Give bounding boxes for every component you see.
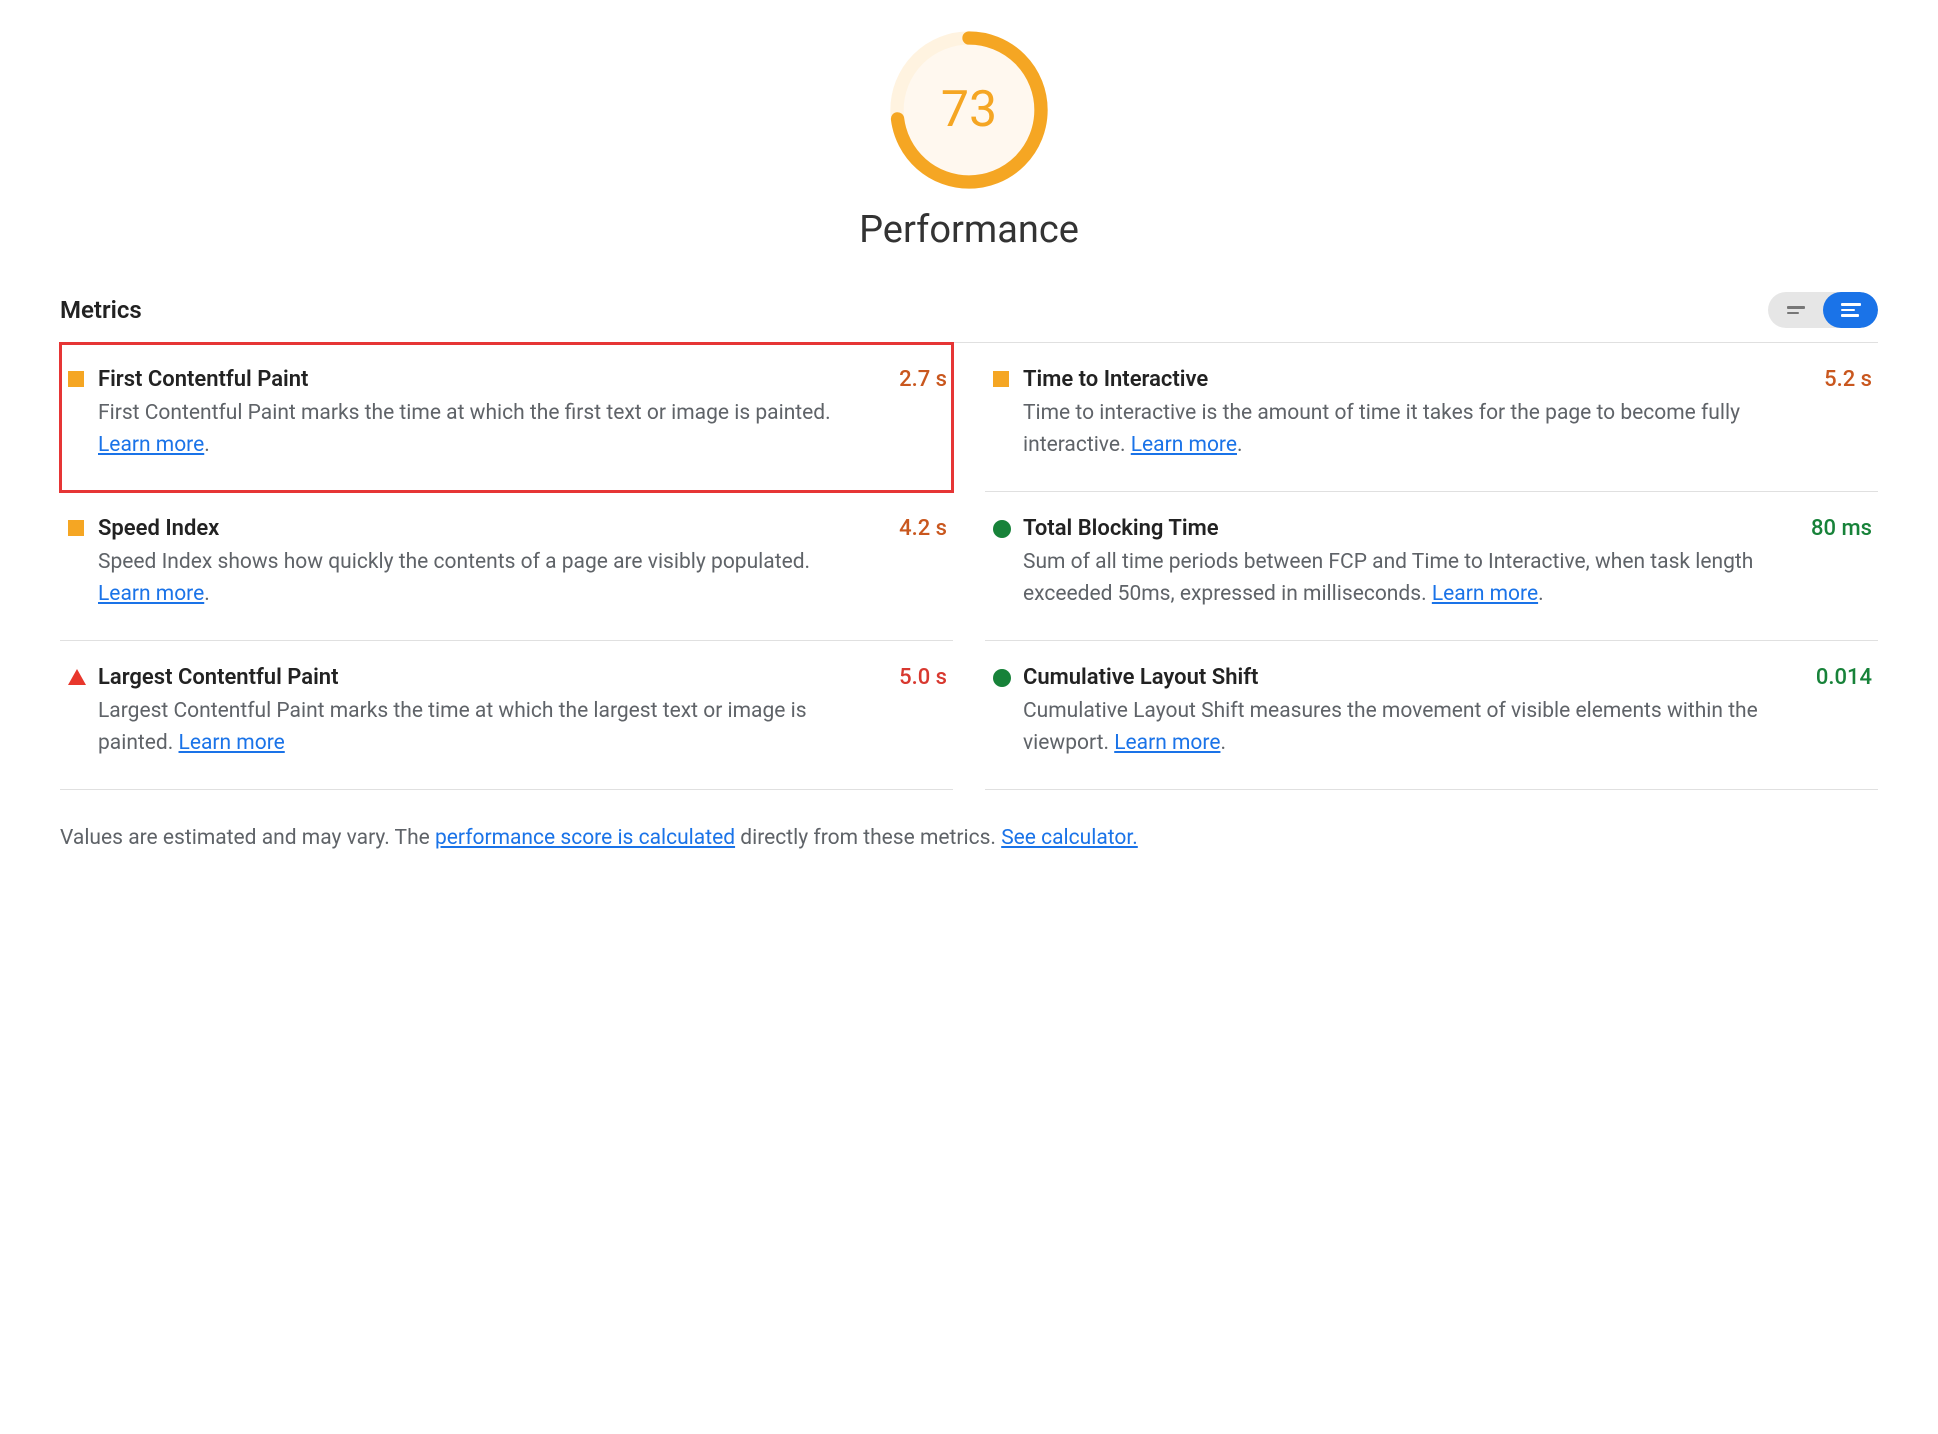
metric-description: Time to interactive is the amount of tim… xyxy=(1023,398,1786,461)
metric-lcp: Largest Contentful Paint Largest Contentf… xyxy=(60,641,953,790)
metric-title: Largest Contentful Paint xyxy=(98,665,861,690)
learn-more-link[interactable]: Learn more xyxy=(1131,433,1237,457)
performance-score-link[interactable]: performance score is calculated xyxy=(435,826,735,850)
metric-description: First Contentful Paint marks the time at… xyxy=(98,398,861,461)
metric-value: 2.7 s xyxy=(873,367,953,461)
list-icon xyxy=(1787,306,1805,314)
circle-icon xyxy=(985,516,1023,610)
metric-desc-text: . xyxy=(204,582,210,606)
metric-value: 5.0 s xyxy=(873,665,953,759)
performance-gauge-section: 73 Performance xyxy=(60,30,1878,252)
square-icon xyxy=(60,367,98,461)
metric-desc-text: . xyxy=(1220,731,1226,755)
metric-desc-text: . xyxy=(1237,433,1243,457)
metrics-grid: First Contentful Paint First Contentful P… xyxy=(60,343,1878,790)
metric-desc-text: Speed Index shows how quickly the conten… xyxy=(98,550,810,574)
square-icon xyxy=(60,516,98,610)
metric-title: Time to Interactive xyxy=(1023,367,1786,392)
metric-title: Speed Index xyxy=(98,516,861,541)
metric-body: Total Blocking Time Sum of all time perio… xyxy=(1023,516,1798,610)
metric-description: Sum of all time periods between FCP and … xyxy=(1023,547,1786,610)
metric-desc-text: . xyxy=(204,433,210,457)
learn-more-link[interactable]: Learn more xyxy=(98,582,204,606)
metric-body: Largest Contentful Paint Largest Contentf… xyxy=(98,665,873,759)
metric-cls: Cumulative Layout Shift Cumulative Layout… xyxy=(985,641,1878,790)
metric-desc-text: . xyxy=(1538,582,1544,606)
learn-more-link[interactable]: Learn more xyxy=(1432,582,1538,606)
metric-description: Largest Contentful Paint marks the time … xyxy=(98,696,861,759)
metric-tbt: Total Blocking Time Sum of all time perio… xyxy=(985,492,1878,641)
metric-si: Speed Index Speed Index shows how quickly… xyxy=(60,492,953,641)
metric-body: Speed Index Speed Index shows how quickly… xyxy=(98,516,873,610)
metric-body: First Contentful Paint First Contentful P… xyxy=(98,367,873,461)
metrics-footer: Values are estimated and may vary. The p… xyxy=(60,826,1878,850)
metric-tti: Time to Interactive Time to interactive i… xyxy=(985,343,1878,492)
view-toggle xyxy=(1768,292,1878,328)
metric-value: 4.2 s xyxy=(873,516,953,610)
see-calculator-link[interactable]: See calculator. xyxy=(1001,826,1138,850)
metric-description: Cumulative Layout Shift measures the mov… xyxy=(1023,696,1786,759)
metric-title: Cumulative Layout Shift xyxy=(1023,665,1786,690)
metric-description: Speed Index shows how quickly the conten… xyxy=(98,547,861,610)
metric-value: 5.2 s xyxy=(1798,367,1878,461)
metric-title: Total Blocking Time xyxy=(1023,516,1786,541)
learn-more-link[interactable]: Learn more xyxy=(1114,731,1220,755)
learn-more-link[interactable]: Learn more xyxy=(98,433,204,457)
metric-body: Cumulative Layout Shift Cumulative Layout… xyxy=(1023,665,1798,759)
view-toggle-collapsed[interactable] xyxy=(1768,292,1823,328)
view-toggle-expanded[interactable] xyxy=(1823,292,1878,328)
metrics-title: Metrics xyxy=(60,296,142,324)
metric-title: First Contentful Paint xyxy=(98,367,861,392)
metric-body: Time to Interactive Time to interactive i… xyxy=(1023,367,1798,461)
metrics-header: Metrics xyxy=(60,292,1878,343)
footer-text: directly from these metrics. xyxy=(735,826,1001,850)
circle-icon xyxy=(985,665,1023,759)
footer-text: Values are estimated and may vary. The xyxy=(60,826,435,850)
square-icon xyxy=(985,367,1023,461)
metric-desc-text: First Contentful Paint marks the time at… xyxy=(98,401,831,425)
list-icon xyxy=(1841,303,1861,317)
metric-value: 80 ms xyxy=(1798,516,1878,610)
metric-desc-text: Sum of all time periods between FCP and … xyxy=(1023,550,1753,606)
metric-value: 0.014 xyxy=(1798,665,1878,759)
metric-fcp: First Contentful Paint First Contentful P… xyxy=(60,343,953,492)
score-value: 73 xyxy=(889,30,1049,190)
score-gauge: 73 xyxy=(889,30,1049,190)
triangle-icon xyxy=(60,665,98,759)
gauge-title: Performance xyxy=(859,208,1079,252)
learn-more-link[interactable]: Learn more xyxy=(179,731,285,755)
